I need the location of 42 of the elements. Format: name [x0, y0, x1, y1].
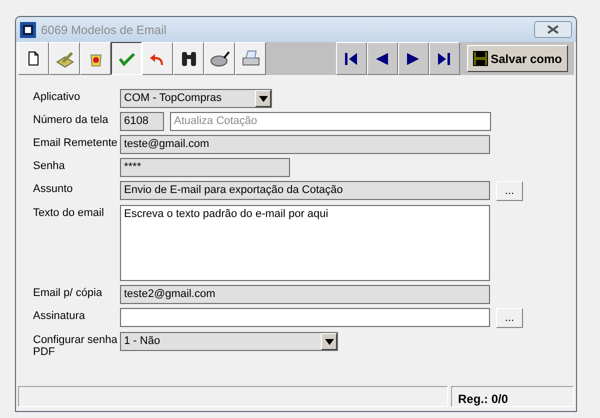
- close-button[interactable]: [534, 21, 572, 38]
- navigation-button[interactable]: [398, 42, 429, 75]
- dropdown-value: 1 - Não: [124, 334, 160, 350]
- field-label: Número da tela: [33, 113, 110, 126]
- browse-button[interactable]: ...: [496, 308, 523, 328]
- input-field[interactable]: teste@gmail.com: [120, 135, 490, 154]
- navigation-button[interactable]: [428, 42, 460, 75]
- first-record-icon: [345, 52, 358, 64]
- navigation-button[interactable]: [336, 42, 367, 75]
- dropdown[interactable]: COM - TopCompras: [120, 89, 272, 108]
- field-label: Configurar senha PDF: [33, 333, 118, 358]
- field-label: Email p/ cópia: [33, 286, 104, 299]
- input-field[interactable]: Envio de E-mail para exportação da Cotação: [120, 181, 490, 200]
- field-label: Assinatura: [33, 309, 86, 322]
- caret-icon: [324, 338, 334, 344]
- input-field[interactable]: [120, 308, 490, 327]
- field-label: Aplicativo: [33, 90, 82, 103]
- app-icon: [20, 22, 36, 38]
- navigation-button[interactable]: [366, 42, 398, 75]
- last-record-icon: [438, 52, 450, 64]
- dropdown-button[interactable]: [255, 90, 271, 107]
- window-title: 6069 Modelos de Email: [41, 22, 166, 38]
- input-field[interactable]: ****: [120, 158, 290, 177]
- field-label: Texto do email: [33, 206, 105, 219]
- number-field[interactable]: 6108: [120, 112, 164, 131]
- field-label: Senha: [33, 159, 66, 172]
- dropdown-value: COM - TopCompras: [124, 91, 222, 106]
- dropdown[interactable]: 1 - Não: [120, 332, 338, 351]
- save-as-button[interactable]: Salvar como: [466, 45, 568, 72]
- caret-icon: [258, 96, 268, 102]
- record-counter: Reg.: 0/0: [451, 386, 574, 407]
- dropdown-button[interactable]: [321, 333, 337, 350]
- field-label: Assunto: [33, 182, 74, 195]
- toolbar-button[interactable]: [111, 42, 142, 75]
- field-label: Email Remetente: [33, 136, 118, 149]
- input-field[interactable]: teste2@gmail.com: [120, 285, 490, 304]
- next-icon: [407, 52, 420, 64]
- close-icon: [547, 25, 559, 34]
- printer-icon: [240, 48, 260, 68]
- browse-button[interactable]: ...: [496, 181, 523, 201]
- text-area[interactable]: Escreva o texto padrão do e-mail por aqui: [120, 205, 490, 281]
- previous-icon: [376, 52, 388, 64]
